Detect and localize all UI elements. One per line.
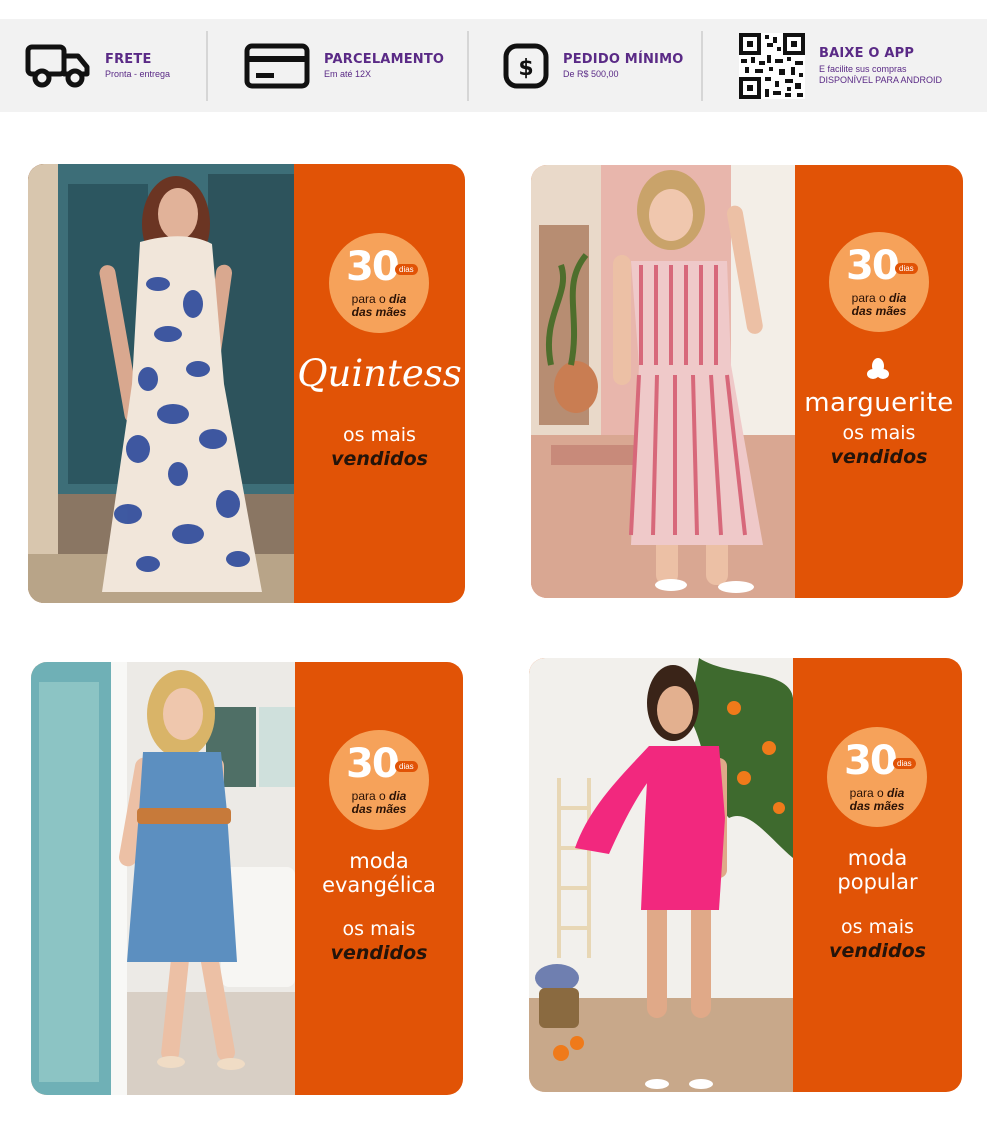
truck-icon <box>25 44 90 87</box>
badge-line2: das mães <box>351 305 407 319</box>
brand-logo-quintess: Quintess <box>297 352 462 395</box>
model-photo <box>529 658 793 1092</box>
feature-title: PEDIDO MÍNIMO <box>563 51 684 67</box>
svg-text:$: $ <box>518 56 533 81</box>
best-sellers-line2: vendidos <box>330 942 428 964</box>
feature-title: BAIXE O APP <box>819 45 915 61</box>
brand-logo-marguerite: marguerite <box>795 358 963 418</box>
promo-panel: 30 dias para o dia das mães marguerite o… <box>795 165 963 598</box>
model-photo <box>531 165 795 598</box>
divider <box>701 31 703 101</box>
divider <box>467 31 469 101</box>
qr-code-icon[interactable] <box>739 32 805 99</box>
best-sellers-line1: os mais <box>342 918 416 940</box>
category-line2: evangélica <box>322 873 436 897</box>
category-line1: moda <box>349 849 409 873</box>
promo-card-quintess[interactable]: 30 dias para o dia das mães Quintess os … <box>28 164 465 603</box>
feature-app[interactable]: BAIXE O APP E facilite sus compras DISPO… <box>739 19 942 112</box>
credit-card-icon <box>244 43 310 88</box>
badge-unit: dias <box>893 758 916 769</box>
category-line1: moda <box>847 846 908 870</box>
feature-frete: FRETE Pronta - entrega <box>25 19 170 112</box>
badge-number: 30 <box>846 243 900 289</box>
promo-badge: 30 dias para o dia das mães <box>329 730 429 830</box>
feature-parcelamento: PARCELAMENTO Em até 12X <box>244 19 444 112</box>
promo-card-marguerite[interactable]: 30 dias para o dia das mães marguerite o… <box>531 165 963 598</box>
feature-title: FRETE <box>105 51 152 67</box>
feature-subtitle: Em até 12X <box>324 68 372 79</box>
promo-badge: 30 dias para o dia das mães <box>827 727 927 827</box>
feature-subtitle-android: DISPONÍVEL PARA ANDROID <box>819 74 943 85</box>
best-sellers-line2: vendidos <box>829 940 926 962</box>
badge-number: 30 <box>346 741 400 787</box>
promo-card-moda-evangelica[interactable]: 30 dias para o dia das mães moda evangél… <box>31 662 463 1095</box>
best-sellers-line2: vendidos <box>830 446 928 468</box>
feature-subtitle: Pronta - entrega <box>105 68 171 79</box>
promo-panel: 30 dias para o dia das mães moda popular… <box>793 658 962 1092</box>
badge-number: 30 <box>844 738 898 784</box>
features-bar: FRETE Pronta - entrega PARCELAMENTO Em a… <box>0 19 987 112</box>
promo-badge: 30 dias para o dia das mães <box>329 233 429 333</box>
promo-badge: 30 dias para o dia das mães <box>829 232 929 332</box>
category-line2: popular <box>837 870 918 894</box>
badge-number: 30 <box>346 244 400 290</box>
flower-logo-icon <box>867 358 889 379</box>
best-sellers-line1: os mais <box>841 916 914 938</box>
best-sellers-line2: vendidos <box>331 448 428 470</box>
badge-line2: das mães <box>851 304 907 318</box>
promo-panel: 30 dias para o dia das mães moda evangél… <box>295 662 463 1095</box>
best-sellers-line1: os mais <box>343 424 416 446</box>
badge-unit: dias <box>395 264 418 275</box>
promo-panel: 30 dias para o dia das mães Quintess os … <box>294 164 465 603</box>
dollar-icon: $ <box>503 43 549 88</box>
model-photo <box>28 164 294 603</box>
divider <box>206 31 208 101</box>
promo-card-moda-popular[interactable]: 30 dias para o dia das mães moda popular… <box>529 658 962 1092</box>
feature-title: PARCELAMENTO <box>324 51 445 67</box>
feature-subtitle: E facilite sus compras <box>819 63 907 74</box>
badge-line2: das mães <box>849 799 905 813</box>
badge-unit: dias <box>395 761 418 772</box>
badge-unit: dias <box>895 263 918 274</box>
feature-subtitle: De R$ 500,00 <box>563 68 619 79</box>
feature-pedido-minimo: $ PEDIDO MÍNIMO De R$ 500,00 <box>503 19 683 112</box>
model-photo <box>31 662 295 1095</box>
best-sellers-line1: os mais <box>842 422 916 444</box>
badge-line2: das mães <box>351 802 407 816</box>
